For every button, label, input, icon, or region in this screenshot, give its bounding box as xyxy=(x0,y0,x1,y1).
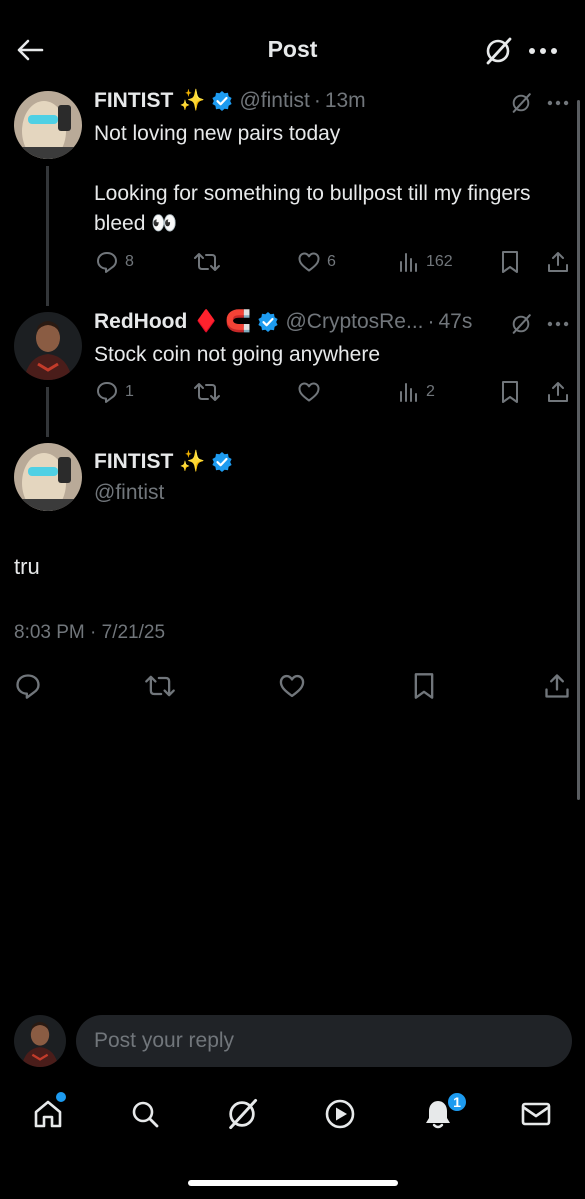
verified-badge-icon xyxy=(211,90,233,112)
bookmark-button[interactable] xyxy=(500,250,520,274)
main-post-text: tru xyxy=(14,554,40,579)
reply-button[interactable] xyxy=(14,672,42,700)
views-button[interactable]: 2 xyxy=(398,380,435,404)
video-play-icon[interactable] xyxy=(318,1094,362,1134)
share-button[interactable] xyxy=(546,250,570,274)
avatar[interactable] xyxy=(14,91,82,159)
views-button[interactable]: 162 xyxy=(398,250,453,274)
reply-button[interactable]: 8 xyxy=(95,250,134,274)
share-button[interactable] xyxy=(543,672,571,700)
bookmark-icon xyxy=(502,381,518,403)
post-time[interactable]: 13m xyxy=(325,89,366,113)
messages-envelope-icon[interactable] xyxy=(514,1094,558,1134)
views-count: 162 xyxy=(426,253,453,270)
reply-input[interactable]: Post your reply xyxy=(76,1015,572,1067)
share-icon xyxy=(545,674,569,698)
separator-dot: · xyxy=(313,89,321,112)
like-button[interactable] xyxy=(297,380,321,404)
verified-badge-icon xyxy=(257,311,279,333)
separator-dot: · xyxy=(427,310,435,333)
heart-icon xyxy=(298,382,320,402)
thread-line xyxy=(46,166,49,306)
reply-icon xyxy=(97,382,117,403)
reply-icon xyxy=(16,674,40,699)
more-options-icon[interactable] xyxy=(526,34,560,68)
my-avatar[interactable] xyxy=(14,1015,66,1067)
author-name[interactable]: FINTIST xyxy=(94,450,173,474)
reply-count: 8 xyxy=(125,253,134,270)
views-chart-icon xyxy=(400,383,417,402)
share-icon xyxy=(548,382,568,402)
grok-icon[interactable] xyxy=(220,1094,264,1134)
author-name[interactable]: FINTIST xyxy=(94,89,173,113)
grok-icon[interactable] xyxy=(481,34,515,68)
search-icon[interactable] xyxy=(123,1094,167,1134)
post-author-row: RedHood ♦️ 🧲 @CryptosRe... · 47s xyxy=(94,310,472,334)
unread-dot xyxy=(56,1092,66,1102)
bookmark-button[interactable] xyxy=(500,380,520,404)
post-time[interactable]: 47s xyxy=(439,310,473,334)
share-button[interactable] xyxy=(546,380,570,404)
grok-icon[interactable] xyxy=(509,91,533,115)
sparkles-emoji: ✨ xyxy=(179,450,206,473)
grok-icon[interactable] xyxy=(509,312,533,336)
diamond-magnet-emoji: ♦️ 🧲 xyxy=(193,310,252,333)
verified-badge-icon xyxy=(211,451,233,473)
like-count: 6 xyxy=(327,253,336,270)
bookmark-button[interactable] xyxy=(412,672,436,700)
scrollbar[interactable] xyxy=(577,100,580,800)
avatar[interactable] xyxy=(14,443,82,511)
author-name[interactable]: RedHood xyxy=(94,310,187,334)
more-options-icon[interactable] xyxy=(546,97,570,109)
avatar[interactable] xyxy=(14,312,82,380)
main-post-author-row: FINTIST ✨ xyxy=(94,450,233,474)
author-handle[interactable]: @CryptosRe... xyxy=(285,310,423,334)
views-chart-icon xyxy=(400,253,417,272)
notifications-badge: 1 xyxy=(446,1091,468,1113)
reply-count: 1 xyxy=(125,383,134,400)
reply-icon xyxy=(97,252,117,273)
repost-button[interactable] xyxy=(193,380,221,404)
heart-icon xyxy=(279,674,305,698)
repost-button[interactable] xyxy=(144,672,176,700)
repost-icon xyxy=(194,253,220,271)
post-text: Stock coin not going anywhere xyxy=(94,343,381,366)
top-bar: Post xyxy=(0,0,585,100)
sparkles-emoji: ✨ xyxy=(179,89,206,112)
share-icon xyxy=(548,252,568,272)
post-author-row: FINTIST ✨ @fintist · 13m xyxy=(94,89,366,113)
like-button[interactable]: 6 xyxy=(297,250,336,274)
post-text: Not loving new pairs today Looking for s… xyxy=(94,122,531,235)
like-button[interactable] xyxy=(278,672,306,700)
repost-icon xyxy=(145,675,175,697)
home-indicator[interactable] xyxy=(188,1180,398,1186)
author-handle[interactable]: @fintist xyxy=(94,478,164,508)
reply-button[interactable]: 1 xyxy=(95,380,134,404)
repost-icon xyxy=(194,383,220,401)
author-handle[interactable]: @fintist xyxy=(239,89,309,113)
bookmark-icon xyxy=(502,251,518,273)
heart-icon xyxy=(298,252,320,272)
thread-line xyxy=(46,387,49,437)
post-timestamp[interactable]: 8:03 PM · 7/21/25 xyxy=(14,622,165,644)
repost-button[interactable] xyxy=(193,250,221,274)
more-options-icon[interactable] xyxy=(546,318,570,330)
views-count: 2 xyxy=(426,383,435,400)
bookmark-icon xyxy=(414,673,434,699)
